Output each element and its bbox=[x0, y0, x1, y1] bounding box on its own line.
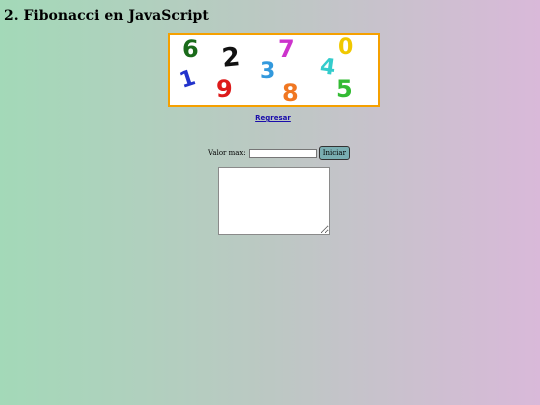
start-button[interactable]: Iniciar bbox=[318, 146, 350, 160]
banner-digit: 7 bbox=[278, 35, 295, 63]
banner-digit: 9 bbox=[216, 75, 233, 103]
banner-digit: 2 bbox=[220, 42, 242, 74]
banner-digit: 3 bbox=[260, 59, 276, 84]
back-link[interactable]: Regresar bbox=[255, 114, 291, 122]
banner-digit: 8 bbox=[282, 79, 299, 107]
output-textarea[interactable] bbox=[218, 167, 330, 235]
banner-digit: 1 bbox=[176, 65, 199, 94]
max-value-input[interactable] bbox=[248, 148, 317, 158]
numbers-banner-image: 6 2 7 0 1 9 3 4 8 5 bbox=[168, 33, 380, 107]
page-title: 2. Fibonacci en JavaScript bbox=[4, 8, 209, 24]
back-link-row: Regresar bbox=[0, 114, 540, 122]
banner-digit: 5 bbox=[336, 75, 353, 103]
banner-digit: 4 bbox=[318, 54, 338, 81]
banner-digit: 6 bbox=[182, 35, 199, 63]
fibonacci-form: Valor max: Iniciar bbox=[208, 146, 350, 160]
max-value-label: Valor max: bbox=[208, 149, 246, 157]
banner-digit: 0 bbox=[338, 35, 354, 60]
